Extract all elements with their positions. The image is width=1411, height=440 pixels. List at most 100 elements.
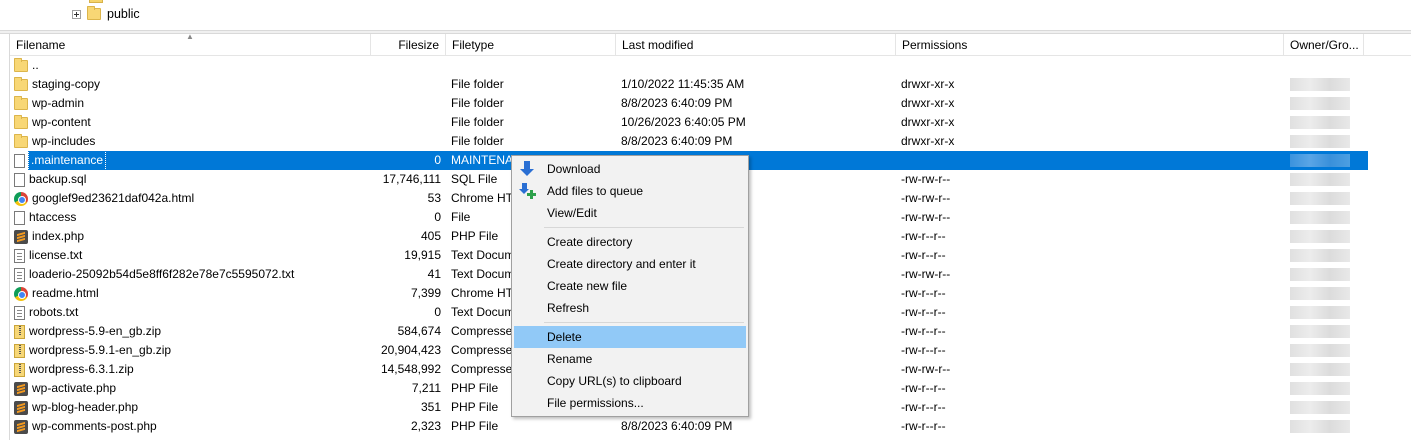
owner-redacted <box>1290 135 1350 148</box>
filename-label: wordpress-5.9-en_gb.zip <box>29 324 162 338</box>
menu-item-add-files-to-queue[interactable]: Add files to queue <box>514 180 746 202</box>
owner-redacted <box>1290 287 1350 300</box>
cell-filename[interactable]: staging-copy <box>14 75 364 94</box>
cell-filename[interactable]: wp-admin <box>14 94 364 113</box>
filename-label: backup.sql <box>29 172 87 186</box>
sublime-icon <box>14 229 28 244</box>
owner-redacted <box>1290 420 1350 433</box>
cell-owner <box>1290 189 1370 208</box>
cell-filename[interactable]: wp-content <box>14 113 364 132</box>
document-icon <box>14 153 25 168</box>
menu-item-view-edit[interactable]: View/Edit <box>514 202 746 224</box>
cell-permissions: -rw-rw-r-- <box>901 172 951 186</box>
cell-owner <box>1290 379 1370 398</box>
cell-last-modified: 8/8/2023 6:40:09 PM <box>621 134 733 148</box>
tree-node-public[interactable]: public <box>72 5 140 23</box>
cell-permissions: -rw-r--r-- <box>901 381 946 395</box>
cell-filename[interactable]: wordpress-5.9.1-en_gb.zip <box>14 341 364 360</box>
menu-item-label: Refresh <box>547 301 590 315</box>
menu-separator <box>544 322 744 323</box>
cell-filename[interactable]: .maintenance <box>14 151 364 170</box>
owner-redacted <box>1290 173 1350 186</box>
cell-filesize: 41 <box>427 267 441 281</box>
chrome-icon <box>14 191 28 206</box>
sublime-icon <box>14 419 28 434</box>
menu-item-create-directory[interactable]: Create directory <box>514 231 746 253</box>
menu-separator <box>544 227 744 228</box>
menu-item-label: View/Edit <box>547 206 597 220</box>
folder-icon <box>14 133 28 148</box>
cell-filename[interactable]: robots.txt <box>14 303 364 322</box>
column-header-last-modified[interactable]: Last modified <box>616 34 896 56</box>
cell-filesize <box>370 113 441 132</box>
cell-filename[interactable]: license.txt <box>14 246 364 265</box>
cell-filename[interactable]: wordpress-5.9-en_gb.zip <box>14 322 364 341</box>
cell-filesize: 584,674 <box>397 324 441 338</box>
table-row[interactable]: wp-content File folder 10/26/2023 6:40:0… <box>10 113 1411 132</box>
filename-label: wordpress-6.3.1.zip <box>29 362 134 376</box>
menu-item-download[interactable]: Download <box>514 158 746 180</box>
cell-filesize: 7,211 <box>411 381 441 395</box>
cell-filetype: File folder <box>451 77 504 91</box>
zip-icon <box>14 343 25 358</box>
column-header-owner[interactable]: Owner/Gro... <box>1284 34 1364 56</box>
cell-filesize: 405 <box>420 229 441 243</box>
menu-item-label: Delete <box>547 330 582 344</box>
filename-label: loaderio-25092b54d5e8ff6f282e78e7c559507… <box>29 267 295 281</box>
cell-owner <box>1290 417 1370 436</box>
folder-icon <box>87 6 101 20</box>
menu-item-refresh[interactable]: Refresh <box>514 297 746 319</box>
menu-item-label: Copy URL(s) to clipboard <box>547 374 682 388</box>
table-row[interactable]: .. <box>10 56 1411 75</box>
cell-filename[interactable]: htaccess <box>14 208 364 227</box>
filename-label: wp-blog-header.php <box>32 400 139 414</box>
filename-label: wp-admin <box>32 96 85 110</box>
menu-item-rename[interactable]: Rename <box>514 348 746 370</box>
filename-label: license.txt <box>29 248 83 262</box>
cell-owner <box>1290 303 1370 322</box>
column-header-filesize[interactable]: Filesize <box>371 34 446 56</box>
list-header: Filename ▲ Filesize Filetype Last modifi… <box>10 34 1411 56</box>
cell-permissions <box>901 151 1281 170</box>
column-header-permissions[interactable]: Permissions <box>896 34 1284 56</box>
cell-permissions: drwxr-xr-x <box>901 115 955 129</box>
cell-last-modified: 8/8/2023 6:40:09 PM <box>621 419 733 433</box>
filename-label: wp-comments-post.php <box>32 419 157 433</box>
text-document-icon <box>14 305 25 320</box>
cell-filename[interactable]: wp-blog-header.php <box>14 398 364 417</box>
table-row[interactable]: wp-admin File folder 8/8/2023 6:40:09 PM… <box>10 94 1411 113</box>
column-header-filetype[interactable]: Filetype <box>446 34 616 56</box>
text-document-icon <box>14 267 25 282</box>
menu-item-create-new-file[interactable]: Create new file <box>514 275 746 297</box>
expand-icon[interactable] <box>72 9 81 19</box>
cell-filename[interactable]: index.php <box>14 227 364 246</box>
menu-item-delete[interactable]: Delete <box>514 326 746 348</box>
cell-permissions: -rw-r--r-- <box>901 400 946 414</box>
cell-filename[interactable]: .. <box>14 56 364 75</box>
folder-icon <box>14 114 28 129</box>
cell-permissions: -rw-r--r-- <box>901 343 946 357</box>
cell-filename[interactable]: backup.sql <box>14 170 364 189</box>
folder-icon <box>14 95 28 110</box>
cell-filetype: File folder <box>451 96 504 110</box>
table-row[interactable]: wp-comments-post.php 2,323 PHP File 8/8/… <box>10 417 1411 436</box>
document-icon <box>14 210 25 225</box>
cell-filename[interactable]: wp-includes <box>14 132 364 151</box>
cell-filename[interactable]: readme.html <box>14 284 364 303</box>
cell-filename[interactable]: wp-comments-post.php <box>14 417 364 436</box>
menu-item-file-permissions[interactable]: File permissions... <box>514 392 746 414</box>
table-row[interactable]: staging-copy File folder 1/10/2022 11:45… <box>10 75 1411 94</box>
menu-item-copy-url-s-to-clipboard[interactable]: Copy URL(s) to clipboard <box>514 370 746 392</box>
cell-owner <box>1290 75 1370 94</box>
cell-filesize: 20,904,423 <box>380 343 441 357</box>
cell-filesize: 0 <box>434 153 441 167</box>
menu-item-create-directory-and-enter-it[interactable]: Create directory and enter it <box>514 253 746 275</box>
cell-filename[interactable]: wp-activate.php <box>14 379 364 398</box>
table-row[interactable]: wp-includes File folder 8/8/2023 6:40:09… <box>10 132 1411 151</box>
cell-filename[interactable]: wordpress-6.3.1.zip <box>14 360 364 379</box>
menu-item-label: Rename <box>547 352 593 366</box>
filename-label: htaccess <box>29 210 77 224</box>
sort-ascending-icon: ▲ <box>186 34 194 41</box>
cell-filename[interactable]: googlef9ed23621daf042a.html <box>14 189 364 208</box>
cell-filename[interactable]: loaderio-25092b54d5e8ff6f282e78e7c559507… <box>14 265 364 284</box>
